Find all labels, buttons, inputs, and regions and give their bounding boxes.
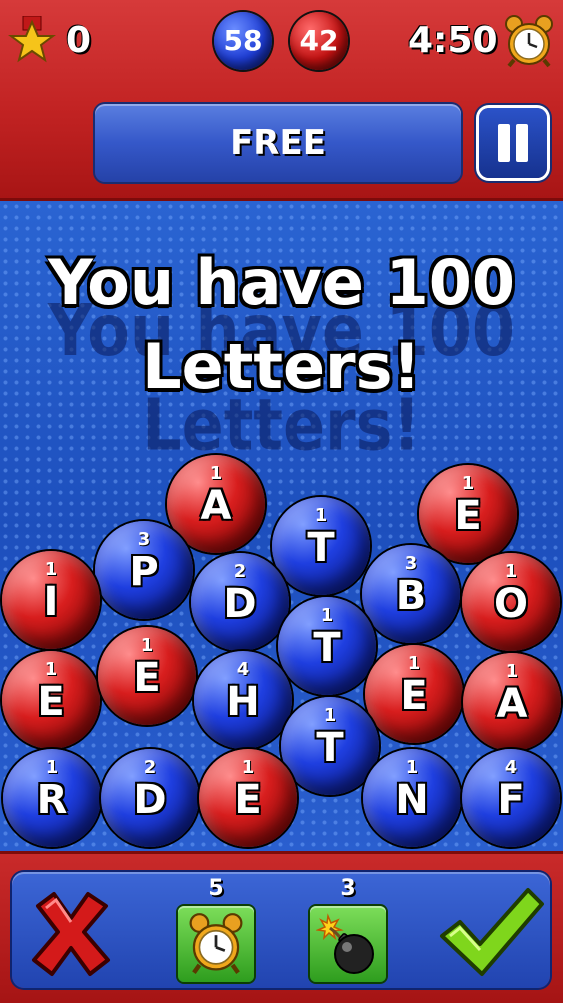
- letter-tile[interactable]: 3B: [362, 545, 460, 643]
- red-x-icon[interactable]: [26, 888, 116, 978]
- tile-letter: T: [313, 625, 341, 671]
- clock-powerup-count: 5: [208, 876, 224, 901]
- tile-letter: B: [395, 573, 427, 619]
- bomb-powerup-count: 3: [340, 876, 356, 901]
- announcement-line-1: You have 100: [48, 246, 515, 319]
- letter-tile[interactable]: 1E: [419, 465, 517, 563]
- letter-tile[interactable]: 2D: [191, 553, 289, 651]
- letter-tile[interactable]: 1I: [2, 551, 100, 649]
- letter-tile[interactable]: 1E: [98, 627, 196, 725]
- letter-tile[interactable]: 1N: [363, 749, 461, 847]
- letter-tile[interactable]: 2D: [101, 749, 199, 847]
- bomb-icon: [316, 913, 374, 974]
- alarm-clock-icon: [505, 15, 553, 68]
- letter-tile[interactable]: 3P: [95, 521, 193, 619]
- letter-tile[interactable]: 1E: [2, 651, 100, 749]
- score-value: 0: [66, 20, 92, 61]
- letter-tile[interactable]: 4F: [462, 749, 560, 847]
- tile-letter: A: [496, 681, 528, 727]
- clock-powerup-button[interactable]: [178, 906, 254, 982]
- letter-tile[interactable]: 1E: [365, 645, 463, 743]
- top-bar: 0 58 42 4:50 FREE: [0, 0, 563, 201]
- bottom-bar: 5 3: [0, 851, 563, 1003]
- letter-tile[interactable]: 1T: [278, 597, 376, 695]
- tile-letter: E: [454, 493, 482, 539]
- tile-letter: N: [395, 777, 429, 823]
- announcement-line-2: Letters!: [142, 330, 421, 403]
- blue-tiles-count: 58: [214, 12, 272, 70]
- mode-button[interactable]: FREE: [95, 104, 461, 182]
- tile-letter: H: [226, 679, 260, 725]
- tile-letter: D: [223, 581, 257, 627]
- pause-button[interactable]: [479, 108, 547, 178]
- tile-letter: D: [133, 777, 167, 823]
- tile-letter: E: [133, 655, 161, 701]
- tile-letter: E: [234, 777, 262, 823]
- tile-letter: F: [497, 777, 525, 823]
- play-field: You have 100 Letters! You have 100 Lette…: [0, 201, 563, 851]
- tile-letter: R: [36, 777, 68, 823]
- star-medal-icon: [8, 16, 56, 63]
- tile-letter: E: [400, 673, 428, 719]
- tile-letter: O: [493, 581, 528, 627]
- announcement-message: You have 100 Letters!: [0, 241, 563, 409]
- tile-letter: P: [129, 549, 159, 595]
- letter-tile[interactable]: 1E: [199, 749, 297, 847]
- tile-letter: A: [200, 483, 232, 529]
- tile-letter: I: [43, 579, 59, 625]
- letter-tile[interactable]: 4H: [194, 651, 292, 749]
- timer-value: 4:50: [408, 20, 498, 61]
- letter-tile[interactable]: 1A: [463, 653, 561, 751]
- red-tiles-count: 42: [290, 12, 348, 70]
- letter-tile[interactable]: 1R: [3, 749, 101, 847]
- tile-letter: E: [37, 679, 65, 725]
- alarm-clock-icon: [189, 913, 243, 974]
- bomb-powerup-button[interactable]: [310, 906, 386, 982]
- letter-tile[interactable]: 1O: [462, 553, 560, 651]
- green-check-icon[interactable]: [436, 884, 546, 980]
